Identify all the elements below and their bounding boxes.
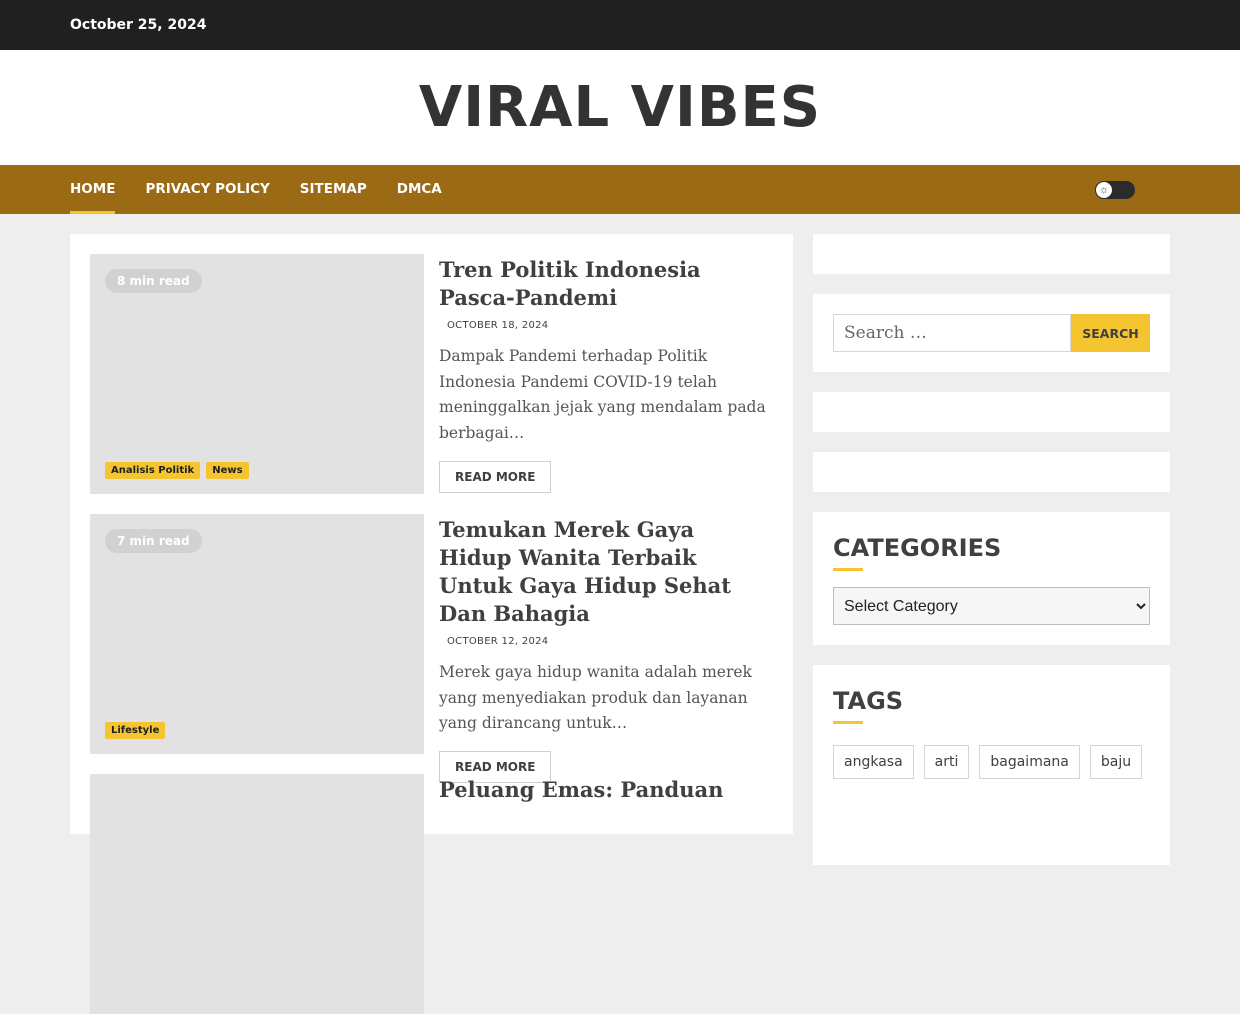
- categories-widget: CATEGORIES Select Category: [813, 512, 1170, 645]
- post-thumbnail[interactable]: 7 min read Lifestyle: [90, 514, 424, 754]
- nav-sitemap[interactable]: SITEMAP: [300, 165, 367, 214]
- top-bar: October 25, 2024: [0, 0, 1240, 50]
- post-thumbnail[interactable]: [90, 774, 424, 1014]
- category-select[interactable]: Select Category: [833, 587, 1150, 625]
- nav-privacy-policy[interactable]: PRIVACY POLICY: [145, 165, 269, 214]
- category-tag[interactable]: Lifestyle: [105, 722, 166, 739]
- categories-title: CATEGORIES: [833, 534, 1001, 571]
- nav-dmca[interactable]: DMCA: [397, 165, 442, 214]
- post-excerpt: Merek gaya hidup wanita adalah merek yan…: [439, 663, 752, 733]
- sun-icon: ☼: [1096, 182, 1112, 198]
- post-card: 7 min read Lifestyle Temukan Merek Gaya …: [90, 514, 780, 784]
- post-card: Peluang Emas: Panduan: [90, 774, 780, 1014]
- search-button[interactable]: SEARCH: [1071, 314, 1150, 352]
- empty-widget: [813, 452, 1170, 492]
- search-input[interactable]: [833, 314, 1071, 352]
- post-excerpt: Dampak Pandemi terhadap Politik Indonesi…: [439, 347, 766, 443]
- tag-link[interactable]: angkasa: [833, 745, 914, 779]
- empty-widget: [813, 392, 1170, 432]
- category-tag[interactable]: Analisis Politik: [105, 462, 201, 479]
- tag-link[interactable]: bagaimana: [979, 745, 1080, 779]
- post-date: OCTOBER 12, 2024: [447, 636, 549, 647]
- tags-widget: TAGS angkasa arti bagaimana baju: [813, 665, 1170, 865]
- post-date: OCTOBER 18, 2024: [447, 320, 549, 331]
- post-body: Tren Politik Indonesia Pasca-Pandemi OCT…: [439, 254, 769, 493]
- search-widget: SEARCH: [813, 294, 1170, 372]
- tag-cloud: angkasa arti bagaimana baju: [833, 745, 1153, 779]
- sidebar: SEARCH CATEGORIES Select Category TAGS a…: [813, 234, 1170, 885]
- post-list: 8 min read Analisis Politik News Tren Po…: [70, 234, 793, 1014]
- nav-home[interactable]: HOME: [70, 165, 116, 214]
- post-card: 8 min read Analisis Politik News Tren Po…: [90, 254, 780, 494]
- site-title[interactable]: VIRAL VIBES: [419, 75, 821, 140]
- read-more-button[interactable]: READ MORE: [439, 460, 552, 493]
- category-tag[interactable]: News: [206, 462, 249, 479]
- tag-link[interactable]: arti: [923, 745, 970, 779]
- post-title[interactable]: Tren Politik Indonesia Pasca-Pandemi: [439, 256, 769, 312]
- post-title[interactable]: Temukan Merek Gaya Hidup Wanita Terbaik …: [439, 516, 769, 628]
- post-categories: Lifestyle: [105, 722, 166, 739]
- post-body: Temukan Merek Gaya Hidup Wanita Terbaik …: [439, 514, 769, 784]
- post-categories: Analisis Politik News: [105, 462, 249, 479]
- masthead: VIRAL VIBES: [0, 50, 1240, 165]
- current-date: October 25, 2024: [70, 17, 207, 33]
- tag-link[interactable]: baju: [1089, 745, 1143, 779]
- post-thumbnail[interactable]: 8 min read Analisis Politik News: [90, 254, 424, 494]
- tags-title: TAGS: [833, 687, 903, 724]
- main-navigation: HOME PRIVACY POLICY SITEMAP DMCA ☼: [0, 165, 1240, 214]
- read-time-badge: 7 min read: [105, 529, 202, 553]
- read-time-badge: 8 min read: [105, 269, 202, 293]
- empty-widget: [813, 234, 1170, 274]
- dark-mode-toggle[interactable]: ☼: [1095, 181, 1135, 199]
